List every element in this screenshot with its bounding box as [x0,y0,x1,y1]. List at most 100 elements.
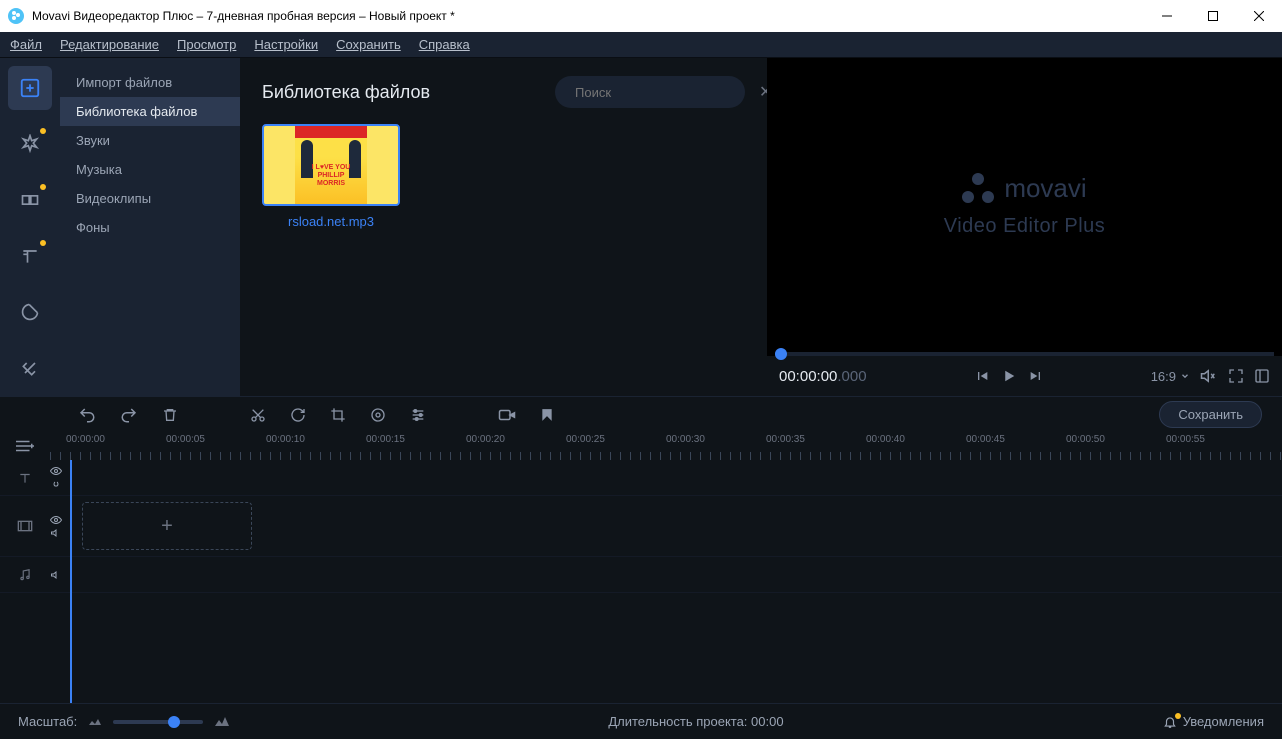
window-titlebar: Movavi Видеоредактор Плюс – 7-дневная пр… [0,0,1282,32]
zoom-out-icon[interactable] [89,717,101,727]
side-item-backgrounds[interactable]: Фоны [60,213,240,242]
crop-button[interactable] [330,407,346,423]
side-item-videoclips[interactable]: Видеоклипы [60,184,240,213]
mute-button[interactable] [1200,367,1218,385]
fullscreen-button[interactable] [1228,368,1244,384]
music-icon [18,568,32,582]
badge-dot-icon [40,128,46,134]
audio-track[interactable] [0,557,1282,593]
zoom-slider[interactable] [113,720,203,724]
record-button[interactable] [498,406,516,424]
speaker-icon[interactable] [50,570,62,580]
cut-button[interactable] [250,407,266,423]
drop-zone[interactable]: + [82,502,252,550]
color-button[interactable] [370,407,386,423]
text-icon [18,471,32,485]
ruler-tick: 00:00:40 [866,434,905,445]
timecode: 00:00:00.000 [779,368,867,385]
notifications-label: Уведомления [1183,714,1264,729]
ruler-tick: 00:00:00 [66,434,105,445]
side-item-import[interactable]: Импорт файлов [60,68,240,97]
badge-dot-icon [40,240,46,246]
chevron-down-icon [1180,371,1190,381]
marker-button[interactable] [540,407,554,423]
side-item-sounds[interactable]: Звуки [60,126,240,155]
aspect-ratio-select[interactable]: 16:9 [1151,369,1190,384]
badge-dot-icon [40,184,46,190]
speaker-icon[interactable] [50,528,62,538]
ruler-tick: 00:00:35 [766,434,805,445]
menu-file[interactable]: Файл [10,37,42,52]
tab-more-tools[interactable] [8,346,52,390]
menubar: Файл Редактирование Просмотр Настройки С… [0,32,1282,58]
link-icon[interactable] [50,479,62,489]
side-category-list: Импорт файлов Библиотека файлов Звуки Му… [60,58,240,396]
minimize-button[interactable] [1144,0,1190,32]
project-duration: Длительность проекта: 00:00 [229,714,1162,729]
eye-icon[interactable] [50,466,62,476]
maximize-button[interactable] [1190,0,1236,32]
undo-button[interactable] [78,406,96,424]
tab-titles[interactable] [8,234,52,278]
app-logo-icon [8,8,24,24]
tab-stickers[interactable] [8,290,52,334]
play-button[interactable] [1000,367,1018,385]
menu-edit[interactable]: Редактирование [60,37,159,52]
status-bar: Масштаб: Длительность проекта: 00:00 Уве… [0,703,1282,739]
brand-subtitle: Video Editor Plus [944,215,1106,238]
library-title: Библиотека файлов [262,82,430,103]
search-input[interactable] [575,85,751,100]
timeline-toolbar: Сохранить [0,396,1282,432]
seek-bar[interactable] [775,352,1274,356]
library-panel: Библиотека файлов ✕ I L♥VE YOUPHILLIPMOR… [240,58,767,396]
ruler-tick: 00:00:05 [166,434,205,445]
tab-filters[interactable] [8,122,52,166]
tab-import[interactable] [8,66,52,110]
timeline-ruler[interactable]: 00:00:00 00:00:05 00:00:10 00:00:15 00:0… [50,432,1282,460]
tab-transitions[interactable] [8,178,52,222]
left-tab-strip [0,58,60,396]
media-thumbnail[interactable]: I L♥VE YOUPHILLIPMORRIS [262,124,400,206]
ruler-tick: 00:00:25 [566,434,605,445]
media-filename[interactable]: rsload.net.mp3 [262,214,400,229]
notifications-button[interactable]: Уведомления [1163,714,1264,729]
ruler-tick: 00:00:30 [666,434,705,445]
seek-thumb[interactable] [775,348,787,360]
ruler-tick: 00:00:20 [466,434,505,445]
rotate-button[interactable] [290,407,306,423]
next-frame-button[interactable] [1028,368,1044,384]
zoom-in-icon[interactable] [215,716,229,728]
popout-button[interactable] [1254,368,1270,384]
bell-icon [1163,715,1177,729]
save-button[interactable]: Сохранить [1159,401,1262,428]
side-item-music[interactable]: Музыка [60,155,240,184]
film-icon [17,519,33,533]
watermark-logo: movavi [962,173,1086,205]
side-item-library[interactable]: Библиотека файлов [60,97,240,126]
add-track-button[interactable] [0,439,50,453]
delete-button[interactable] [162,407,178,423]
title-track[interactable] [0,460,1282,496]
menu-settings[interactable]: Настройки [254,37,318,52]
main-area: Импорт файлов Библиотека файлов Звуки Му… [0,58,1282,396]
redo-button[interactable] [120,406,138,424]
properties-button[interactable] [410,407,426,423]
eye-icon[interactable] [50,515,62,525]
menu-save[interactable]: Сохранить [336,37,401,52]
ruler-tick: 00:00:10 [266,434,305,445]
prev-frame-button[interactable] [974,368,990,384]
zoom-label: Масштаб: [18,714,77,729]
menu-help[interactable]: Справка [419,37,470,52]
preview-panel: movavi Video Editor Plus 00:00:00.000 16… [767,58,1282,396]
video-track[interactable]: + [0,496,1282,557]
zoom-control: Масштаб: [18,714,229,729]
zoom-thumb[interactable] [168,716,180,728]
timeline-ruler-row: 00:00:00 00:00:05 00:00:10 00:00:15 00:0… [0,432,1282,460]
ruler-tick: 00:00:15 [366,434,405,445]
menu-view[interactable]: Просмотр [177,37,236,52]
close-button[interactable] [1236,0,1282,32]
search-field[interactable]: ✕ [555,76,745,108]
timeline-tracks: + [0,460,1282,703]
ruler-tick: 00:00:45 [966,434,1005,445]
preview-stage: movavi Video Editor Plus [767,58,1282,352]
